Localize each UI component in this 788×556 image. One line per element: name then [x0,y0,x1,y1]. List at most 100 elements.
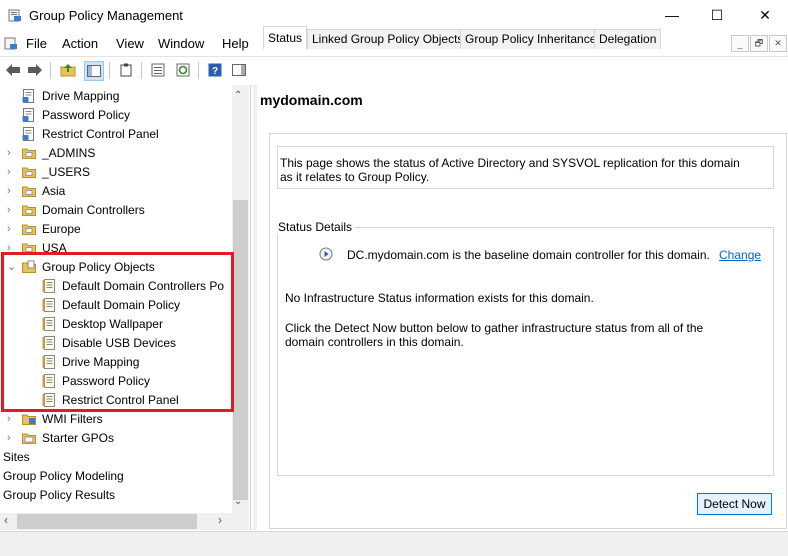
forward-arrow-icon [28,64,42,76]
collapsed-chevron-icon[interactable]: › [7,410,17,429]
scroll-left-arrow-icon[interactable]: ‹ [4,513,8,527]
tree-item[interactable]: Default Domain Policy [0,296,232,315]
help-button[interactable]: ? [206,61,224,79]
tree-item[interactable]: Restrict Control Panel [0,125,232,144]
tree-item[interactable]: Default Domain Controllers Po [0,277,232,296]
collapsed-chevron-icon[interactable]: › [7,220,17,239]
console-tree: Drive Mapping Password Policy Restrict Con… [0,85,251,530]
tree-item[interactable]: Password Policy [0,372,232,391]
tree-item-label: Default Domain Policy [62,298,181,312]
tree-item[interactable]: › WMI Filters [0,410,232,429]
gpmc-app-icon [8,9,21,22]
tree-item-label: Group Policy Modeling [3,469,124,483]
tree-item-label: Password Policy [62,374,151,388]
forward-button[interactable] [26,61,44,79]
tree-item[interactable]: Drive Mapping [0,353,232,372]
collapsed-chevron-icon[interactable]: › [7,182,17,201]
back-arrow-icon [6,64,20,76]
ou-folder-icon [22,148,36,159]
tree-vertical-scroll-thumb[interactable] [233,200,248,500]
baseline-dc-text: DC.mydomain.com is the baseline domain c… [347,248,710,262]
change-link[interactable]: Change [719,248,761,262]
minimize-button[interactable]: — [649,0,695,30]
tree-item[interactable]: Restrict Control Panel [0,391,232,410]
collapsed-chevron-icon[interactable]: › [7,201,17,220]
menu-file[interactable]: File [26,36,47,51]
tree-item-label: Domain Controllers [42,203,145,217]
tree-item[interactable]: › Asia [0,182,232,201]
close-button[interactable]: ✕ [742,0,788,30]
tab-delegation[interactable]: Delegation [594,29,662,49]
tree-item[interactable]: › Europe [0,220,232,239]
gpo-icon [42,374,55,388]
tree-item[interactable]: Password Policy [0,106,232,125]
tab-linked-gpos[interactable]: Linked Group Policy Objects [307,29,469,49]
tree-item[interactable]: Drive Mapping [0,87,232,106]
scroll-right-arrow-icon[interactable]: › [218,513,222,527]
tree-item-label: Europe [42,222,81,236]
tree-item-label: Asia [42,184,66,198]
back-button[interactable] [4,61,22,79]
menu-help[interactable]: Help [222,36,249,51]
svg-text:?: ? [212,66,218,77]
tree-item[interactable]: › USA [0,239,232,258]
collapsed-chevron-icon[interactable]: › [7,144,17,163]
toolbar-separator [141,62,142,79]
show-hide-tree-button[interactable] [84,61,104,81]
refresh-button[interactable] [174,61,192,79]
tree-item-label: Starter GPOs [42,431,115,445]
tree-item[interactable]: › Domain Controllers [0,201,232,220]
tab-status[interactable]: Status [263,26,308,49]
tree-item-label: Desktop Wallpaper [62,317,163,331]
gpo-icon [42,279,55,293]
tree-item[interactable]: ⌄ Group Policy Objects [0,258,232,277]
status-bar [0,531,788,556]
tree-item-label: Restrict Control Panel [62,393,179,407]
tree-item[interactable]: Desktop Wallpaper [0,315,232,334]
tree-item-label: Disable USB Devices [62,336,177,350]
menu-window[interactable]: Window [158,36,204,51]
collapsed-chevron-icon[interactable]: › [7,239,17,258]
tree-item[interactable]: Sites [0,448,232,467]
ou-folder-icon [22,167,36,178]
console-icon[interactable] [4,36,18,50]
ou-folder-icon [22,186,36,197]
tree-item[interactable]: › _USERS [0,163,232,182]
up-folder-icon [60,64,76,77]
tree-item[interactable]: › Starter GPOs [0,429,232,448]
tree-item-label: Group Policy Results [3,488,116,502]
expanded-chevron-icon[interactable]: ⌄ [7,258,17,277]
intro-text: This page shows the status of Active Dir… [280,156,740,184]
mdi-close-button[interactable]: ✕ [769,35,787,52]
tree-item[interactable]: Group Policy Modeling [0,467,232,486]
baseline-info-icon [319,247,333,261]
scroll-down-arrow-icon[interactable]: ⌄ [234,496,242,507]
detect-now-button[interactable]: Detect Now [697,493,772,515]
properties-button[interactable] [149,61,167,79]
tree-item-label: Group Policy Objects [42,260,155,274]
toolbar-separator [50,62,51,79]
up-folder-button[interactable] [59,61,77,79]
tree-item-label: _ADMINS [42,146,96,160]
mdi-restore-button[interactable]: 🗗 [750,35,768,52]
scroll-up-arrow-icon[interactable]: ⌃ [234,90,242,101]
tree-horizontal-scroll-thumb[interactable] [17,514,197,529]
tree-item-label: Drive Mapping [42,89,120,103]
collapsed-chevron-icon[interactable]: › [7,163,17,182]
clipboard-icon [120,63,132,77]
tree-item[interactable]: Group Policy Results [0,486,232,505]
mdi-minimize-button[interactable]: _ [731,35,749,52]
console-tree-icon [87,65,101,77]
tree-item[interactable]: › _ADMINS [0,144,232,163]
properties-icon [151,63,165,77]
show-action-pane-button[interactable] [230,61,248,79]
menu-view[interactable]: View [116,36,144,51]
collapsed-chevron-icon[interactable]: › [7,429,17,448]
delete-button[interactable] [117,61,135,79]
menu-action[interactable]: Action [62,36,98,51]
tab-gp-inheritance[interactable]: Group Policy Inheritance [460,29,602,49]
tree-item[interactable]: Disable USB Devices [0,334,232,353]
policy-doc-icon [22,108,34,122]
maximize-button[interactable]: ☐ [694,0,740,30]
window-title: Group Policy Management [29,8,183,23]
